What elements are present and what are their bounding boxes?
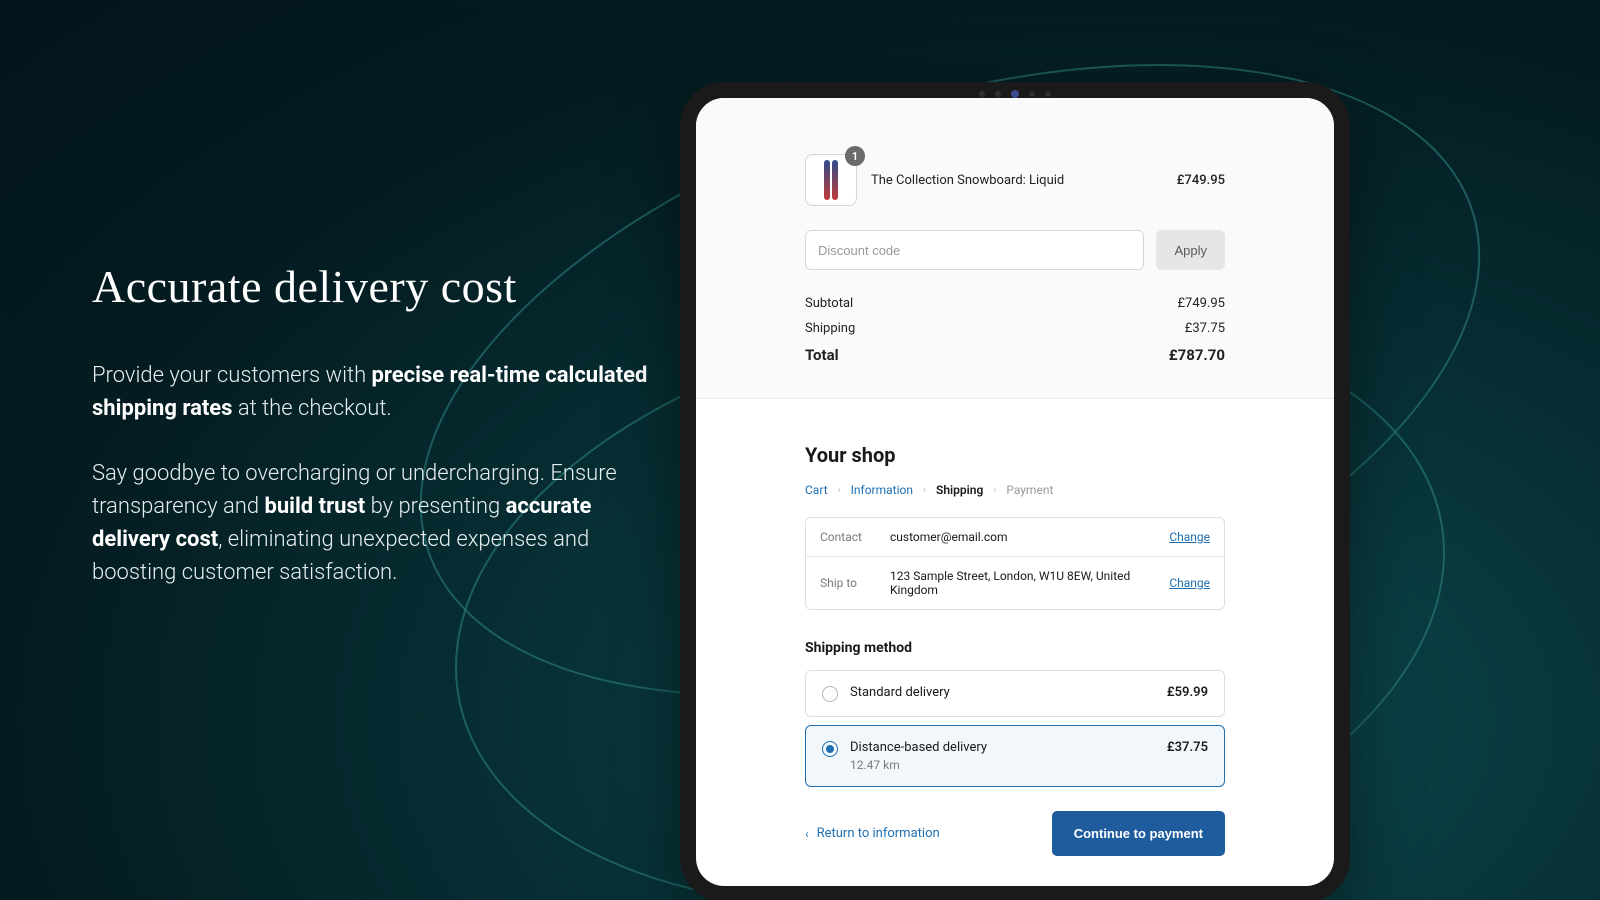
shipto-label: Ship to	[820, 576, 890, 590]
shop-title: Your shop	[805, 443, 1225, 467]
radio-icon	[822, 686, 838, 702]
subtotal-value: £749.95	[1177, 296, 1225, 311]
cart-line-item: 1 The Collection Snowboard: Liquid £749.…	[805, 154, 1225, 206]
shipping-option-distance-value: 12.47 km	[850, 758, 1155, 772]
order-totals: Subtotal £749.95 Shipping £37.75 Total £…	[805, 296, 1225, 364]
shipto-row: Ship to 123 Sample Street, London, W1U 8…	[806, 556, 1224, 609]
product-thumbnail-wrap: 1	[805, 154, 857, 206]
marketing-paragraph-1: Provide your customers with precise real…	[92, 359, 652, 425]
shipping-method-title: Shipping method	[805, 640, 1225, 656]
product-name: The Collection Snowboard: Liquid	[871, 173, 1163, 188]
shipto-value: 123 Sample Street, London, W1U 8EW, Unit…	[890, 569, 1169, 597]
breadcrumb-information[interactable]: Information	[851, 483, 913, 497]
chevron-right-icon: ›	[923, 485, 926, 496]
chevron-right-icon: ›	[993, 485, 996, 496]
chevron-right-icon: ›	[838, 485, 841, 496]
tablet-screen: 1 The Collection Snowboard: Liquid £749.…	[696, 98, 1334, 886]
shipping-option-name: Distance-based delivery	[850, 740, 1155, 755]
continue-to-payment-button[interactable]: Continue to payment	[1052, 811, 1225, 856]
breadcrumb-payment: Payment	[1006, 483, 1053, 497]
radio-icon	[822, 741, 838, 757]
contact-shipto-box: Contact customer@email.com Change Ship t…	[805, 517, 1225, 610]
chevron-left-icon: ‹	[805, 827, 809, 841]
marketing-heading: Accurate delivery cost	[92, 260, 652, 313]
contact-label: Contact	[820, 530, 890, 544]
change-shipto-link[interactable]: Change	[1169, 576, 1210, 590]
shipping-option-price: £59.99	[1167, 685, 1208, 700]
product-price: £749.95	[1177, 173, 1225, 188]
breadcrumb: Cart › Information › Shipping › Payment	[805, 483, 1225, 497]
shipping-option-distance[interactable]: Distance-based delivery 12.47 km £37.75	[805, 725, 1225, 787]
tablet-frame: 1 The Collection Snowboard: Liquid £749.…	[680, 82, 1350, 900]
marketing-copy: Accurate delivery cost Provide your cust…	[92, 260, 652, 621]
quantity-badge: 1	[845, 146, 865, 166]
total-value: £787.70	[1169, 346, 1225, 364]
contact-row: Contact customer@email.com Change	[806, 518, 1224, 556]
shipping-option-price: £37.75	[1167, 740, 1208, 755]
shipping-option-standard[interactable]: Standard delivery £59.99	[805, 670, 1225, 717]
order-summary-panel: 1 The Collection Snowboard: Liquid £749.…	[696, 98, 1334, 399]
total-label: Total	[805, 346, 839, 364]
return-to-information-link[interactable]: ‹ Return to information	[805, 826, 940, 841]
shipping-label: Shipping	[805, 321, 855, 336]
change-contact-link[interactable]: Change	[1169, 530, 1210, 544]
marketing-paragraph-2: Say goodbye to overcharging or underchar…	[92, 457, 652, 589]
contact-value: customer@email.com	[890, 530, 1169, 544]
shipping-option-name: Standard delivery	[850, 685, 1155, 700]
shipping-value: £37.75	[1185, 321, 1225, 336]
tablet-camera-notch	[955, 90, 1075, 98]
discount-code-input[interactable]	[805, 230, 1144, 270]
return-link-label: Return to information	[817, 826, 940, 841]
breadcrumb-shipping: Shipping	[936, 483, 983, 497]
apply-discount-button[interactable]: Apply	[1156, 230, 1225, 270]
subtotal-label: Subtotal	[805, 296, 853, 311]
breadcrumb-cart[interactable]: Cart	[805, 483, 828, 497]
